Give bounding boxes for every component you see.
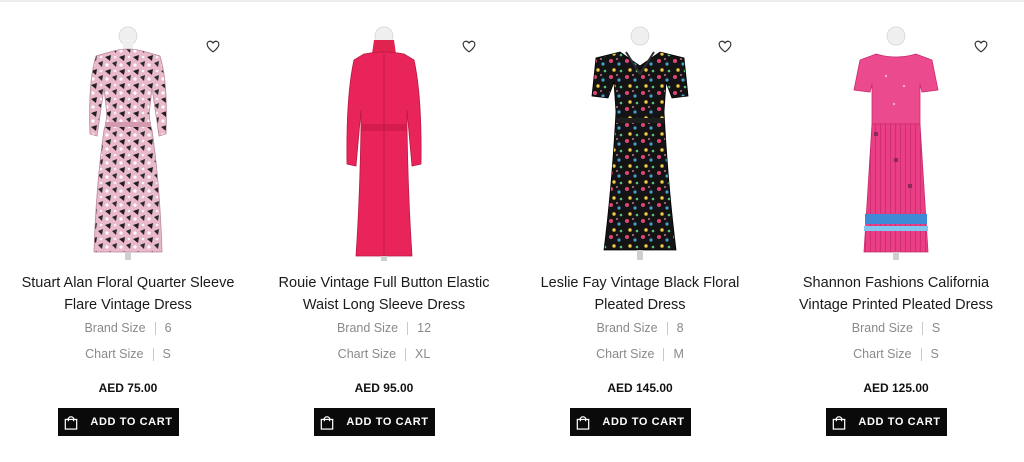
product-image[interactable] bbox=[304, 26, 464, 262]
heart-icon bbox=[206, 40, 220, 53]
product-title-line2: Waist Long Sleeve Dress bbox=[302, 297, 466, 313]
brand-size-row: Brand Size 8 bbox=[512, 321, 768, 335]
add-to-cart-label: ADD TO CART bbox=[858, 416, 941, 428]
spec-divider bbox=[152, 347, 154, 361]
product-title[interactable]: Stuart Alan Floral Quarter Sleeve Flare … bbox=[6, 272, 250, 316]
chart-size-row: Chart Size S bbox=[768, 347, 1024, 361]
product-title-line2: Vintage Printed Pleated Dress bbox=[799, 297, 993, 313]
wishlist-button[interactable] bbox=[718, 40, 734, 56]
dress-image-red bbox=[346, 26, 422, 261]
brand-size-row: Brand Size S bbox=[768, 321, 1024, 335]
product-price: AED 95.00 bbox=[354, 381, 414, 395]
spec-divider bbox=[921, 321, 923, 335]
brand-size-label: Brand Size bbox=[84, 321, 146, 335]
top-divider bbox=[0, 0, 1024, 2]
brand-size-label: Brand Size bbox=[851, 321, 913, 335]
product-price: AED 75.00 bbox=[98, 381, 158, 395]
add-to-cart-label: ADD TO CART bbox=[90, 416, 173, 428]
heart-icon bbox=[718, 40, 732, 53]
product-title-line1: Rouie Vintage Full Button Elastic bbox=[278, 275, 490, 291]
chart-size-label: Chart Size bbox=[853, 347, 912, 361]
product-card: Leslie Fay Vintage Black Floral Pleated … bbox=[512, 22, 768, 452]
spec-divider bbox=[154, 321, 156, 335]
chart-size-label: Chart Size bbox=[337, 347, 397, 361]
product-image[interactable] bbox=[560, 26, 720, 262]
shopping-bag-icon bbox=[577, 415, 590, 430]
brand-size-value: 12 bbox=[417, 321, 432, 335]
add-to-cart-button[interactable]: ADD TO CART bbox=[826, 408, 947, 436]
brand-size-value: 8 bbox=[676, 321, 684, 335]
heart-icon bbox=[974, 40, 988, 53]
brand-size-value: S bbox=[931, 321, 941, 335]
product-card: Shannon Fashions California Vintage Prin… bbox=[768, 22, 1024, 452]
spec-divider bbox=[407, 321, 409, 335]
wishlist-button[interactable] bbox=[974, 40, 990, 56]
chart-size-row: Chart Size M bbox=[512, 347, 768, 361]
dress-image-black-floral bbox=[591, 26, 689, 260]
wishlist-button[interactable] bbox=[462, 40, 478, 56]
wishlist-button[interactable] bbox=[206, 40, 222, 56]
add-to-cart-button[interactable]: ADD TO CART bbox=[58, 408, 179, 436]
chart-size-row: Chart Size S bbox=[0, 347, 256, 361]
add-to-cart-button[interactable]: ADD TO CART bbox=[570, 408, 691, 436]
product-grid: Stuart Alan Floral Quarter Sleeve Flare … bbox=[0, 22, 1024, 452]
spec-divider bbox=[663, 347, 665, 361]
product-title-line1: Stuart Alan Floral Quarter Sleeve bbox=[21, 275, 235, 291]
add-to-cart-label: ADD TO CART bbox=[602, 416, 685, 428]
add-to-cart-button[interactable]: ADD TO CART bbox=[314, 408, 435, 436]
chart-size-label: Chart Size bbox=[596, 347, 655, 361]
product-title-line1: Shannon Fashions California bbox=[802, 275, 990, 291]
brand-size-value: 6 bbox=[164, 321, 172, 335]
chart-size-value: S bbox=[930, 347, 939, 361]
product-title-line2: Pleated Dress bbox=[594, 297, 686, 313]
shopping-bag-icon bbox=[65, 415, 78, 430]
product-card: Stuart Alan Floral Quarter Sleeve Flare … bbox=[0, 22, 256, 452]
brand-size-label: Brand Size bbox=[336, 321, 399, 335]
brand-size-label: Brand Size bbox=[596, 321, 658, 335]
shopping-bag-icon bbox=[321, 415, 334, 430]
product-card: Rouie Vintage Full Button Elastic Waist … bbox=[256, 22, 512, 452]
dress-image-floral bbox=[89, 26, 167, 260]
chart-size-value: S bbox=[162, 347, 171, 361]
product-image[interactable] bbox=[48, 26, 208, 262]
product-price: AED 125.00 bbox=[863, 381, 929, 395]
spec-divider bbox=[666, 321, 668, 335]
spec-divider bbox=[405, 347, 407, 361]
chart-size-value: M bbox=[673, 347, 684, 361]
chart-size-value: XL bbox=[415, 347, 431, 361]
product-price: AED 145.00 bbox=[607, 381, 673, 395]
product-image[interactable] bbox=[816, 26, 976, 262]
add-to-cart-label: ADD TO CART bbox=[346, 416, 429, 428]
product-title[interactable]: Rouie Vintage Full Button Elastic Waist … bbox=[262, 272, 506, 316]
heart-icon bbox=[462, 40, 476, 53]
shopping-bag-icon bbox=[833, 415, 846, 430]
brand-size-row: Brand Size 6 bbox=[0, 321, 256, 335]
spec-divider bbox=[920, 347, 922, 361]
dress-image-pink-pleated bbox=[853, 26, 939, 260]
product-title[interactable]: Shannon Fashions California Vintage Prin… bbox=[774, 272, 1018, 316]
product-title-line2: Flare Vintage Dress bbox=[64, 297, 192, 313]
brand-size-row: Brand Size 12 bbox=[256, 321, 512, 335]
chart-size-label: Chart Size bbox=[85, 347, 144, 361]
product-title-line1: Leslie Fay Vintage Black Floral bbox=[540, 275, 740, 291]
chart-size-row: Chart Size XL bbox=[256, 347, 512, 361]
product-title[interactable]: Leslie Fay Vintage Black Floral Pleated … bbox=[518, 272, 762, 316]
